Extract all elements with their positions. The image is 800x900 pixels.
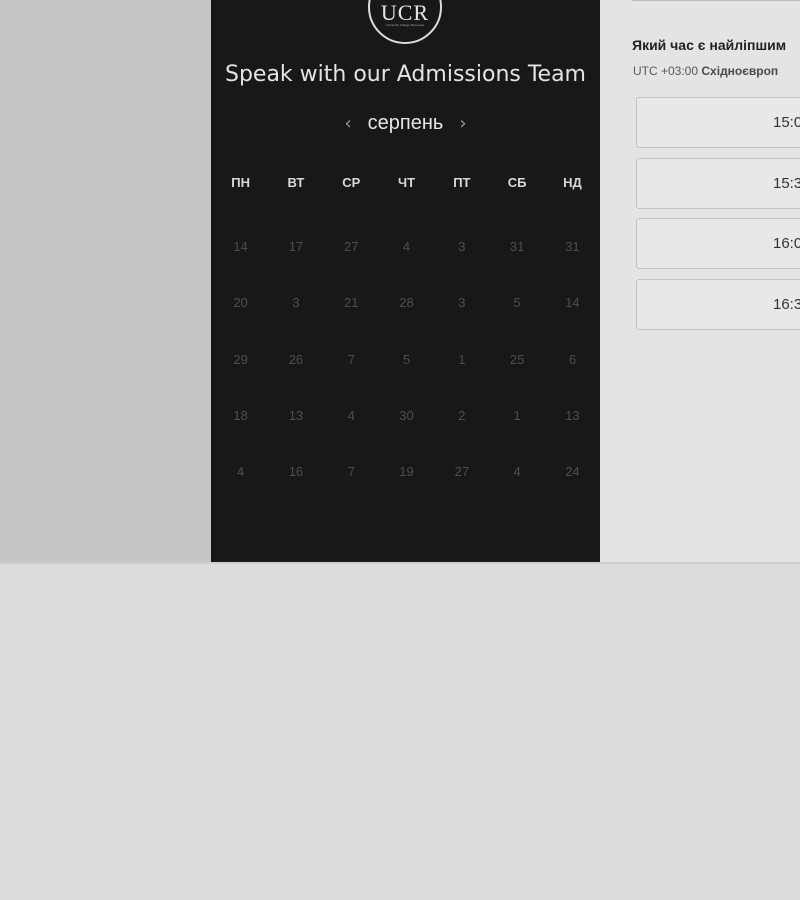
- calendar-day: 3: [458, 295, 466, 311]
- calendar-day: 28: [399, 295, 414, 311]
- calendar-day: 6: [568, 351, 577, 367]
- calendar-day: 7: [347, 464, 355, 480]
- calendar-day: 3: [458, 239, 466, 254]
- calendar-day: 1: [458, 351, 466, 367]
- time-slot-button[interactable]: 16:00: [636, 218, 800, 269]
- calendar-day: 13: [565, 407, 580, 423]
- calendar-days-grid: 14 17 27 4 3 31 31 20 3 21 28 3 5 14 29 26 7 5 1 25 6 18 13 4 30…: [213, 239, 600, 520]
- calendar-day: 4: [237, 464, 245, 480]
- calendar-day: 26: [288, 351, 304, 367]
- calendar-panel: UCR University College Roosevelt Speak w…: [211, 0, 600, 562]
- calendar-day: 2: [458, 407, 466, 423]
- chevron-left-icon[interactable]: ‹: [338, 113, 357, 134]
- time-slot-button[interactable]: 15:30: [636, 157, 800, 209]
- calendar-day: 27: [344, 239, 359, 254]
- page: UCR University College Roosevelt Speak w…: [0, 0, 800, 900]
- timezone-line[interactable]: UTC +03:00 Східноєвроп: [633, 64, 778, 78]
- time-slot-button[interactable]: 16:30: [636, 278, 800, 330]
- divider: [0, 562, 800, 564]
- calendar-day: 14: [233, 239, 248, 254]
- calendar-day: 1: [513, 407, 521, 423]
- logo-subtext: University College Roosevelt: [385, 23, 425, 27]
- calendar-day: 4: [402, 239, 411, 254]
- month-label: серпень: [367, 112, 444, 134]
- calendar-day: 20: [233, 295, 248, 311]
- weekday-label: СР: [342, 175, 361, 190]
- timezone-name: Східноєвроп: [701, 64, 779, 78]
- left-background: [0, 0, 211, 562]
- calendar-day: 29: [233, 351, 248, 367]
- calendar-day: 14: [565, 295, 580, 311]
- calendar-day: 13: [288, 407, 304, 423]
- time-heading: Який час є найліпшим: [632, 37, 787, 53]
- calendar-day: 24: [565, 464, 580, 480]
- time-selection-panel: Який час є найліпшим UTC +03:00 Східноєв…: [600, 0, 800, 562]
- time-slot-list: 15:00 15:30 16:00 16:30: [636, 97, 800, 339]
- university-logo: UCR University College Roosevelt: [368, 0, 442, 44]
- calendar-day: 5: [513, 295, 521, 311]
- calendar-day: 31: [509, 239, 525, 254]
- weekday-label: ПТ: [453, 175, 471, 190]
- chevron-right-icon[interactable]: ›: [453, 113, 472, 134]
- calendar-day: 27: [454, 464, 470, 480]
- weekday-header: ПН ВТ СР ЧТ ПТ СБ НД: [213, 175, 600, 190]
- logo-letters: UCR: [380, 0, 430, 25]
- calendar-day: 25: [509, 351, 525, 367]
- calendar-day: 18: [233, 407, 248, 423]
- time-slot-button[interactable]: 15:00: [636, 97, 800, 148]
- weekday-label: ВТ: [287, 175, 305, 190]
- month-navigation: ‹ серпень ›: [211, 112, 600, 135]
- calendar-day: 31: [565, 239, 580, 254]
- calendar-day: 5: [402, 351, 411, 367]
- calendar-day: 30: [399, 407, 414, 423]
- calendar-day: 3: [292, 295, 300, 311]
- calendar-day: 16: [288, 464, 304, 480]
- weekday-label: НД: [563, 175, 582, 190]
- calendar-day: 21: [344, 295, 359, 311]
- calendar-day: 4: [347, 407, 355, 423]
- calendar-day: 7: [347, 351, 355, 367]
- timezone-offset: UTC +03:00: [633, 64, 699, 78]
- weekday-label: ПН: [231, 175, 251, 190]
- calendar-day: 17: [288, 239, 304, 254]
- calendar-day: 19: [399, 464, 414, 480]
- weekday-label: СБ: [507, 175, 527, 190]
- weekday-label: ЧТ: [398, 175, 416, 190]
- page-title: Speak with our Admissions Team: [224, 62, 586, 87]
- calendar-day: 4: [513, 464, 521, 480]
